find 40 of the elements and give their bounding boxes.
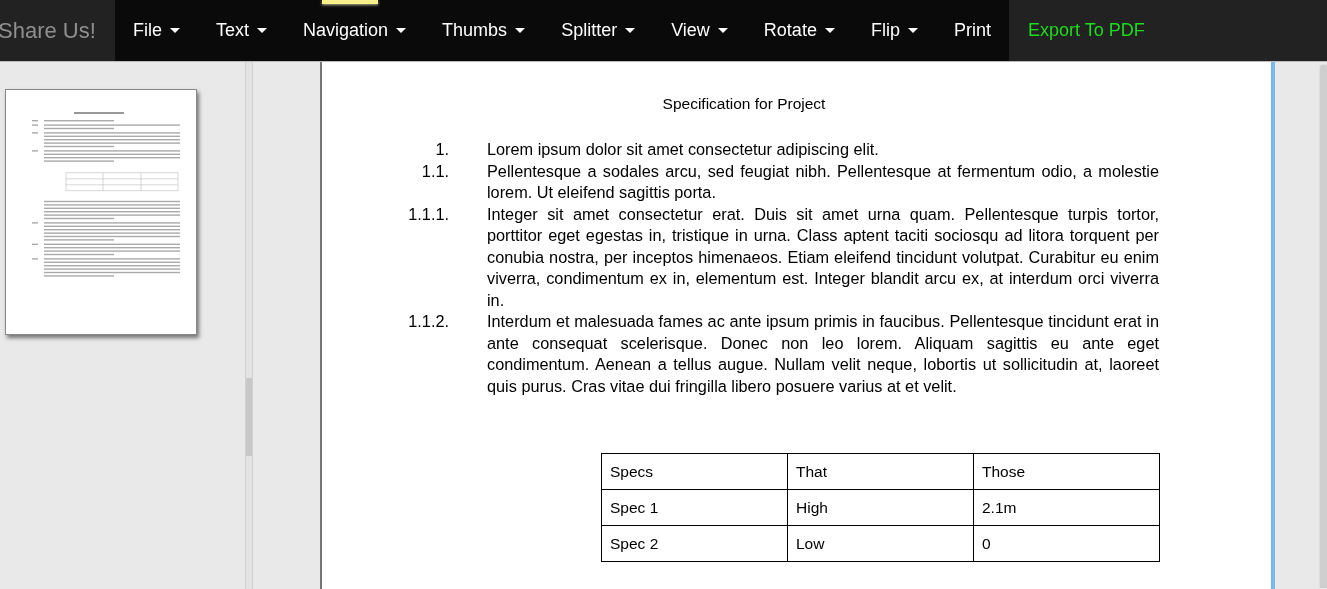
menu-dropdown[interactable]: Thumbs (424, 0, 544, 61)
list-paragraph: Lorem ipsum dolor sit amet consectetur adipiscing elit. (487, 139, 880, 161)
caret-icon (824, 28, 835, 33)
list-number: 1.1.2. (407, 311, 449, 333)
caret-icon (170, 28, 180, 33)
table-header-cell: That (787, 453, 974, 490)
table-cell: Spec 1 (601, 489, 788, 526)
caret-icon (625, 28, 636, 33)
menu-item[interactable]: Print (935, 0, 1009, 61)
menu-dropdown[interactable]: Flip (852, 0, 936, 61)
menu-dropdown[interactable]: Splitter (543, 0, 654, 61)
caret-icon (257, 28, 268, 33)
menu-dropdown[interactable]: View (653, 0, 746, 61)
list-number: 1.1. (420, 160, 449, 182)
table-header-cell: Those (973, 453, 1160, 490)
tab-highlight (322, 0, 378, 4)
menu-dropdown[interactable]: Navigation (285, 0, 425, 61)
table-cell: High (787, 489, 974, 526)
caret-icon (907, 28, 918, 33)
caret-icon (717, 28, 728, 33)
table-cell: 2.1m (973, 489, 1160, 526)
document-title: Specification for Project (661, 94, 827, 114)
caret-icon (515, 28, 526, 33)
list-paragraph: Integer sit amet consectetur erat. Duis sit amet urna quam. Pellentesque turpis tortor, porttitor eget egestas in, tristique in urna. Class aptent taciti sociosqu ad litora torquent per conubia nostra, per inceptos himenaeos. Etiam eleifend tincidunt volutpat. Curabitur eu enim viverra, condimentum ex in, elementum est. Integer blandit arcu ex, at interdum orci viverra in. (487, 203, 1159, 311)
table-cell: Low (787, 525, 974, 562)
splitter-handle[interactable] (246, 378, 252, 456)
menu-dropdown[interactable]: Text (198, 0, 286, 61)
page-thumbnail[interactable] (5, 89, 197, 335)
table-header-cell: Specs (601, 453, 788, 490)
export-button[interactable]: Export To PDF (1008, 0, 1205, 61)
caret-icon (396, 28, 407, 33)
menu-dropdown[interactable]: Rotate (745, 0, 853, 61)
scrollbar[interactable] (1319, 64, 1327, 588)
list-number: 1.1.1. (407, 203, 449, 225)
list-paragraph: Pellentesque a sodales arcu, sed feugiat nibh. Pellentesque at fermentum odio, a molestie lorem. Ut eleifend sagittis porta. (487, 160, 1159, 204)
menu-dropdown[interactable]: File (115, 0, 198, 61)
list-number: 1. (434, 139, 449, 161)
list-paragraph: Interdum et malesuada fames ac ante ipsum primis in faucibus. Pellentesque tincidunt erat in ante consequat scelerisque. Donec non leo lorem. Aliquam sagittis eu ante eget condimentum. Aenean a tellus augue. Nullam velit neque, lobortis ut sollicitudin at, laoreet quis purus. Cras vitae dui fringilla libero posuere varius at et velit. (487, 311, 1159, 397)
table-cell: 0 (973, 525, 1160, 562)
table-cell: Spec 2 (601, 525, 788, 562)
